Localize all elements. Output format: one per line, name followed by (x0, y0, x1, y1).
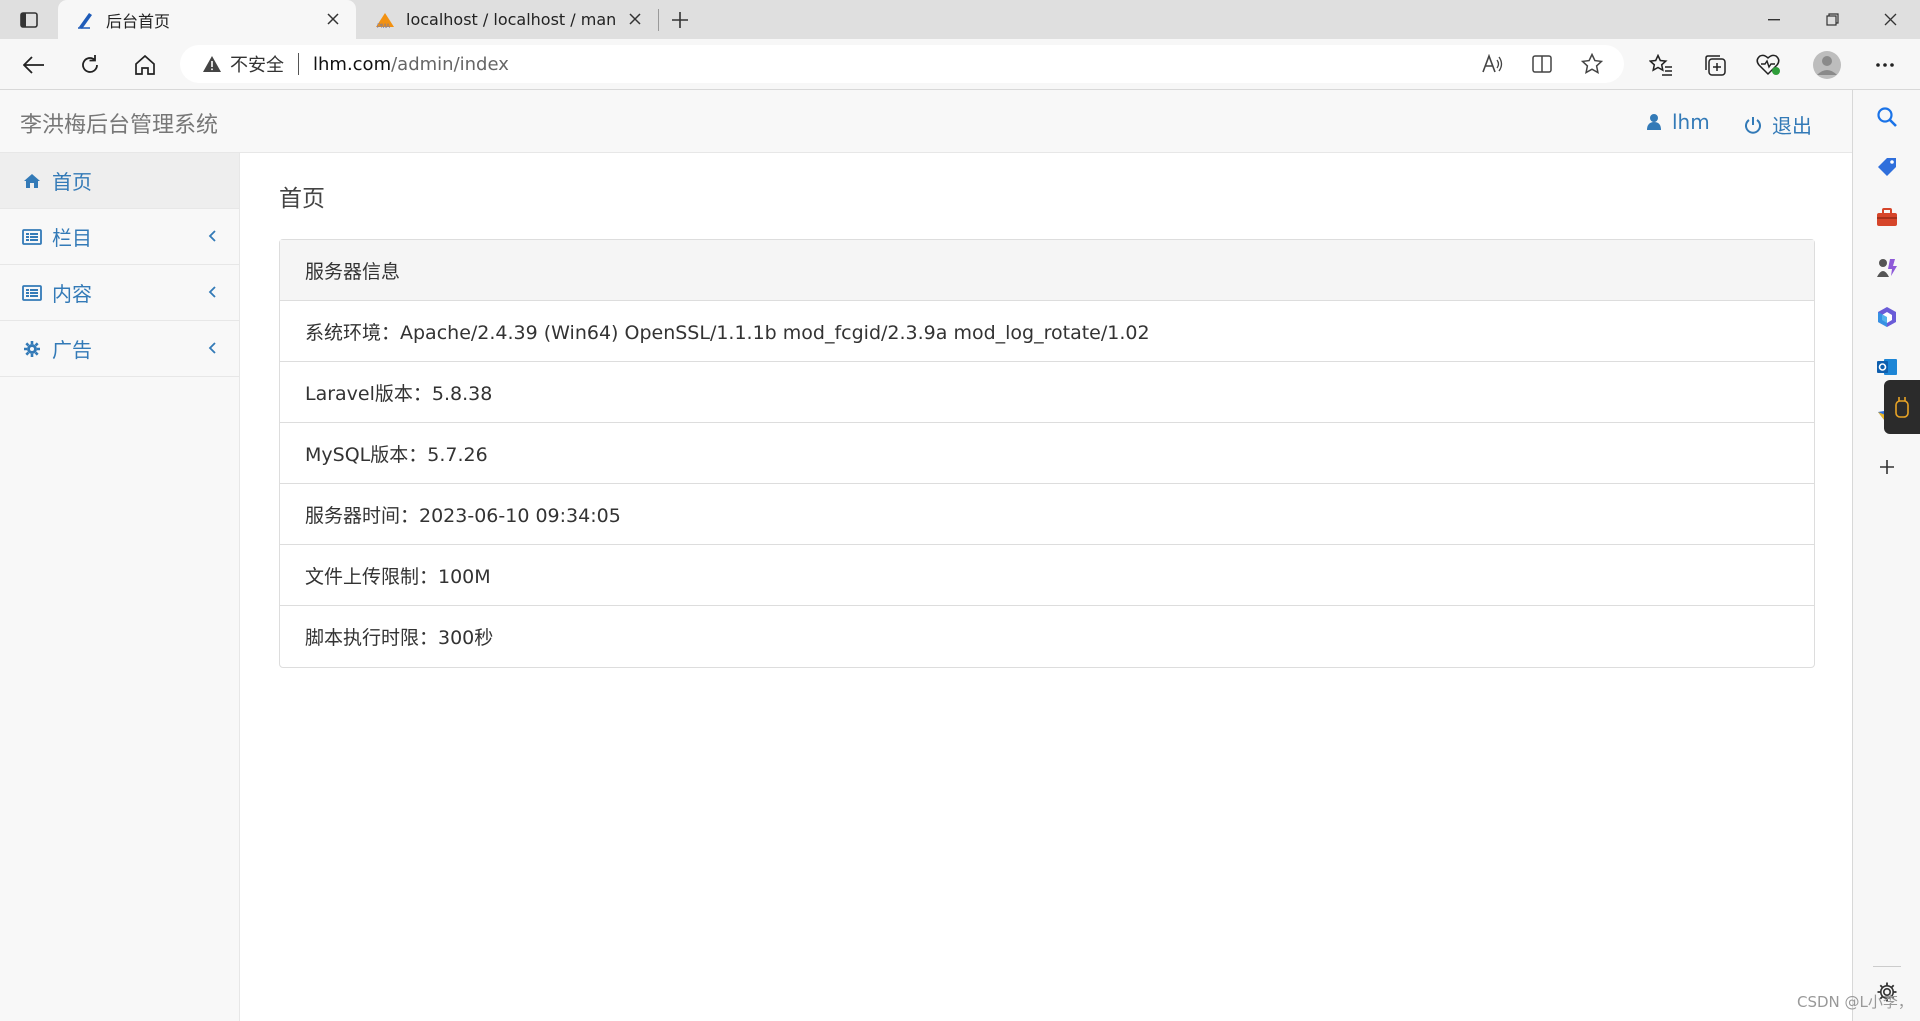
url-host: lhm.com (313, 53, 392, 75)
power-icon (1745, 116, 1761, 134)
collections-icon[interactable] (1698, 48, 1732, 82)
page-title: 首页 (279, 186, 325, 212)
server-info-panel: 服务器信息 系统环境：Apache/2.4.39 (Win64) OpenSSL… (279, 239, 1815, 668)
list-icon (22, 227, 42, 247)
user-menu[interactable]: lhm (1646, 110, 1710, 134)
tab-actions-icon[interactable] (14, 8, 44, 32)
sidebar-item-columns[interactable]: 栏目 (0, 209, 239, 265)
tools-icon[interactable] (1872, 202, 1902, 232)
user-name: lhm (1672, 110, 1710, 134)
close-tab-icon[interactable] (626, 10, 644, 28)
svg-text:PMA: PMA (377, 24, 390, 29)
app-sidebar: 首页 栏目 内容 广告 (0, 153, 240, 1021)
browser-tab-phpmyadmin[interactable]: PMA localhost / localhost / mana | php (358, 0, 658, 39)
gear-icon (22, 339, 42, 359)
url-path: /admin/index (391, 53, 509, 75)
tab-title: localhost / localhost / mana | php (406, 10, 616, 29)
admin-app: 李洪梅后台管理系统 lhm 退出 首页 栏目 内容 广告 首页 服务器信息 系统… (0, 90, 1852, 1021)
logout-link[interactable]: 退出 (1744, 110, 1812, 139)
warning-icon[interactable] (202, 54, 222, 74)
address-divider (298, 53, 299, 75)
tab-divider (658, 9, 659, 31)
info-row: 服务器时间：2023-06-10 09:34:05 (280, 484, 1814, 545)
favorites-icon[interactable] (1644, 48, 1678, 82)
shopping-tag-icon[interactable] (1872, 152, 1902, 182)
sidebar-item-content[interactable]: 内容 (0, 265, 239, 321)
logout-label: 退出 (1772, 114, 1812, 138)
chevron-left-icon (205, 227, 219, 245)
info-row: 脚本执行时限：300秒 (305, 627, 494, 649)
profile-avatar[interactable] (1810, 48, 1844, 82)
pma-favicon-icon: PMA (374, 9, 396, 31)
browser-toolbar: 不安全 lhm.com/admin/index (0, 39, 1920, 90)
favorite-star-icon[interactable] (1578, 50, 1606, 78)
extension-handle[interactable] (1884, 380, 1920, 434)
refresh-button[interactable] (72, 48, 108, 82)
info-row: 系统环境：Apache/2.4.39 (Win64) OpenSSL/1.1.1… (280, 301, 1814, 362)
restore-button[interactable] (1803, 0, 1861, 39)
browser-tab-active[interactable]: 后台首页 (58, 0, 356, 39)
back-button[interactable] (16, 48, 52, 82)
app-header: 李洪梅后台管理系统 lhm 退出 (0, 90, 1852, 153)
watermark-text: CSDN @L小李， (1797, 993, 1913, 1011)
info-row: Laravel版本：5.8.38 (280, 362, 1814, 423)
search-icon[interactable] (1872, 102, 1902, 132)
browser-tab-bar: 后台首页 PMA localhost / localhost / mana | … (0, 0, 1920, 39)
microsoft365-icon[interactable] (1872, 302, 1902, 332)
pen-favicon-icon (74, 9, 96, 31)
browser-essentials-icon[interactable] (1752, 48, 1786, 82)
sidebar-item-home[interactable]: 首页 (0, 153, 239, 209)
panel-heading: 服务器信息 (280, 240, 1814, 301)
sidebar-item-label: 首页 (52, 170, 92, 194)
chevron-left-icon (205, 283, 219, 301)
user-icon (1647, 114, 1661, 130)
list-icon (22, 283, 42, 303)
outlook-icon[interactable] (1872, 352, 1902, 382)
tab-title: 后台首页 (106, 11, 171, 31)
brand-title[interactable]: 李洪梅后台管理系统 (20, 107, 218, 139)
games-icon[interactable] (1872, 252, 1902, 282)
split-screen-icon[interactable] (1528, 50, 1556, 78)
url-text[interactable]: lhm.com/admin/index (313, 54, 509, 75)
close-tab-icon[interactable] (324, 10, 342, 28)
security-status[interactable]: 不安全 (230, 51, 284, 77)
read-aloud-icon[interactable] (1478, 50, 1506, 78)
new-tab-button[interactable] (664, 6, 696, 34)
sidebar-item-label: 广告 (52, 338, 92, 362)
close-window-button[interactable] (1861, 0, 1919, 39)
home-button[interactable] (127, 48, 163, 82)
info-row: MySQL版本：5.7.26 (280, 423, 1814, 484)
sidebar-item-label: 栏目 (52, 226, 92, 250)
add-icon[interactable] (1872, 452, 1902, 482)
sidebar-item-ads[interactable]: 广告 (0, 321, 239, 377)
minimize-button[interactable] (1745, 0, 1803, 39)
chevron-left-icon (205, 339, 219, 357)
sidebar-divider (1873, 966, 1901, 967)
home-icon (22, 171, 42, 191)
more-options-icon[interactable] (1868, 48, 1902, 82)
sidebar-item-label: 内容 (52, 282, 92, 306)
info-row: 文件上传限制：100M (280, 545, 1814, 606)
address-bar[interactable]: 不安全 lhm.com/admin/index (180, 45, 1624, 83)
edge-sidebar (1852, 90, 1920, 1021)
